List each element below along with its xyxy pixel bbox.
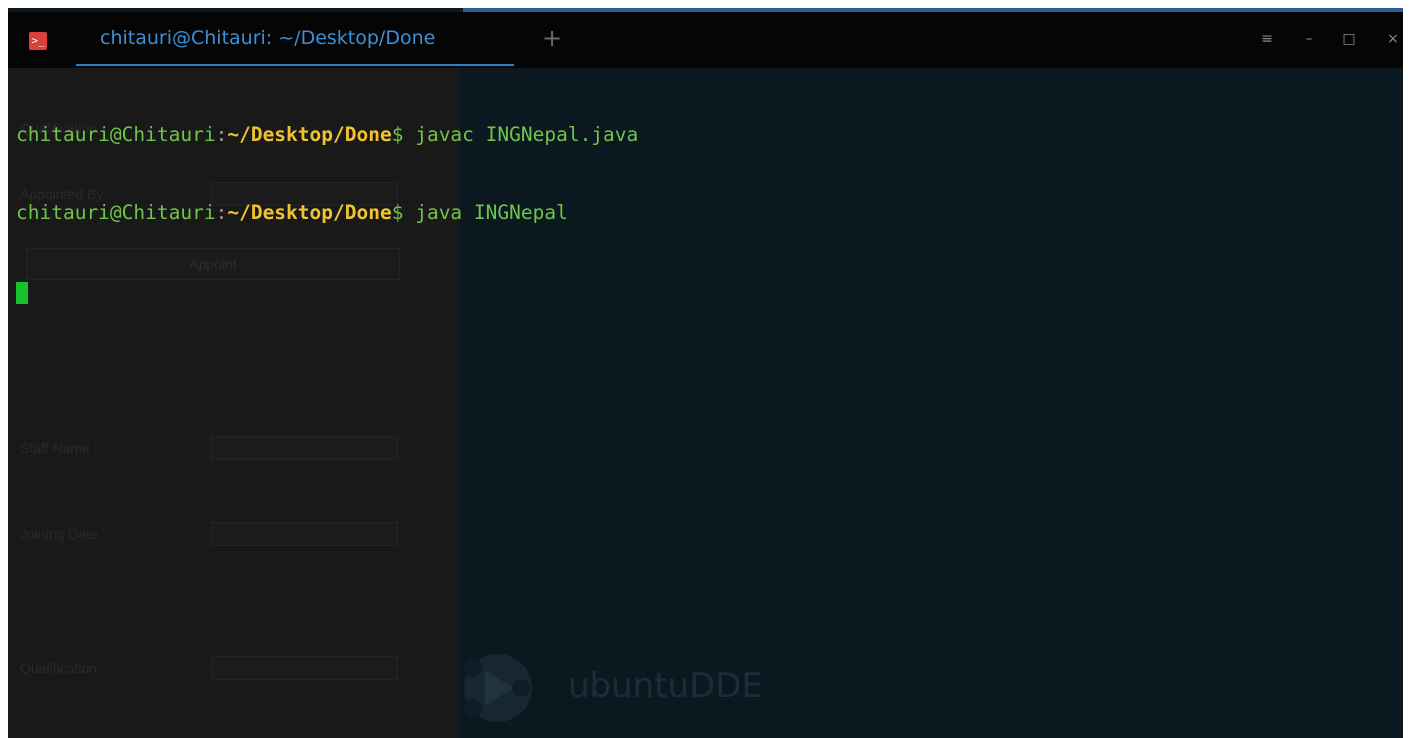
terminal-line <box>16 278 638 304</box>
ubuntudde-watermark: ubuntuDDE <box>463 638 803 738</box>
prompt-separator: : <box>215 123 228 146</box>
tab-title: chitauri@Chitauri: ~/Desktop/Done <box>100 27 436 49</box>
qualification-label: Qualification : <box>20 660 105 676</box>
prompt-separator: : <box>215 201 228 224</box>
staff-name-field[interactable] <box>211 436 398 460</box>
command-text: java INGNepal <box>403 201 568 224</box>
close-icon[interactable]: × <box>1382 30 1403 48</box>
new-tab-button[interactable]: + <box>542 24 562 52</box>
prompt-user: chitauri@Chitauri <box>16 123 216 146</box>
tab-active-indicator <box>76 64 514 66</box>
maximize-icon[interactable]: □ <box>1338 30 1360 48</box>
prompt-user: chitauri@Chitauri <box>16 201 216 224</box>
watermark-text: ubuntuDDE <box>568 666 763 706</box>
command-text: javac INGNepal.java <box>403 123 639 146</box>
terminal-icon: >_ <box>29 32 47 50</box>
prompt-path: ~/Desktop/Done <box>227 201 392 224</box>
ubuntudde-logo-icon <box>464 654 532 722</box>
hamburger-menu-icon[interactable]: ≡ <box>1256 30 1278 48</box>
joining-date-label: Joining Date : <box>20 526 106 542</box>
qualification-field[interactable] <box>211 656 398 680</box>
staff-name-label: Staff Name : <box>20 440 98 456</box>
terminal-output[interactable]: chitauri@Chitauri:~/Desktop/Done$ javac … <box>16 70 638 356</box>
prompt-symbol: $ <box>391 123 404 146</box>
terminal-line: chitauri@Chitauri:~/Desktop/Done$ java I… <box>16 200 638 226</box>
tab-terminal[interactable]: chitauri@Chitauri: ~/Desktop/Done <box>76 12 514 68</box>
text-cursor <box>16 281 28 304</box>
terminal-window: >_ chitauri@Chitauri: ~/Desktop/Done + ≡… <box>8 8 1403 738</box>
terminal-line: chitauri@Chitauri:~/Desktop/Done$ javac … <box>16 122 638 148</box>
joining-date-field[interactable] <box>211 522 398 546</box>
prompt-symbol: $ <box>391 201 404 224</box>
minimize-icon[interactable]: – <box>1298 30 1320 48</box>
titlebar[interactable]: >_ chitauri@Chitauri: ~/Desktop/Done + ≡… <box>8 12 1403 68</box>
prompt-path: ~/Desktop/Done <box>227 123 392 146</box>
